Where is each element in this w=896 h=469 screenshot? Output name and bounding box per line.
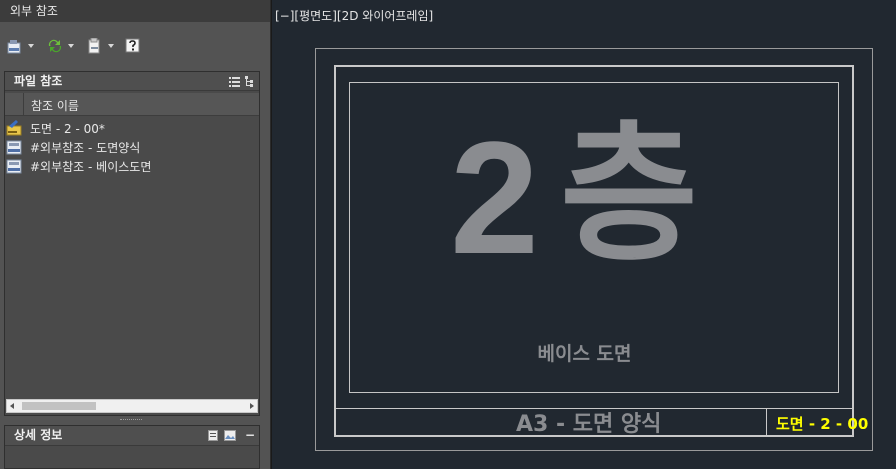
file-references-header: 파일 참조 xyxy=(5,72,259,91)
reference-list: 도면 - 2 - 00* #외부참조 - 도면양식 #외부참조 - 베이스도면 xyxy=(5,118,259,175)
file-references-panel: 파일 참조 참조 이름 도면 - 2 - 00* #외부참조 - 도면양식 #외… xyxy=(4,71,260,416)
drawing-viewport[interactable]: [−][평면도][2D 와이어프레임] 2 층 베이스 도면 A3 - 도면 양… xyxy=(271,0,896,469)
reference-name-column-header[interactable]: 참조 이름 xyxy=(5,93,259,116)
list-item[interactable]: #외부참조 - 도면양식 xyxy=(5,137,259,156)
attach-dwg-icon xyxy=(7,40,21,54)
preview-icon[interactable] xyxy=(224,430,236,441)
column-header-lead xyxy=(5,93,24,115)
change-path-button[interactable] xyxy=(84,36,118,58)
list-item[interactable]: 도면 - 2 - 00* xyxy=(5,118,259,137)
details-view-icon[interactable] xyxy=(208,430,218,441)
external-references-palette: 외부 참조 파일 참조 참조 이름 도면 - 2 - 00* #외부참조 - 도… xyxy=(0,0,270,469)
scroll-left-icon[interactable] xyxy=(10,403,14,409)
details-panel: 상세 정보 − xyxy=(4,425,260,469)
floor-suffix: 층 xyxy=(560,108,699,282)
palette-toolbar xyxy=(4,36,266,58)
details-header: 상세 정보 − xyxy=(5,426,259,446)
scrollbar-thumb[interactable] xyxy=(22,402,96,410)
dwg-reference-icon xyxy=(6,140,22,155)
details-title: 상세 정보 xyxy=(14,428,63,442)
sheet-number: 도면 - 2 - 00 xyxy=(776,415,869,433)
reference-name: #외부참조 - 도면양식 xyxy=(30,141,141,155)
list-item[interactable]: #외부참조 - 베이스도면 xyxy=(5,156,259,175)
chevron-down-icon[interactable] xyxy=(68,44,74,48)
palette-title: 외부 참조 xyxy=(0,0,270,22)
sheet-name: 베이스 도면 xyxy=(537,343,632,365)
chevron-down-icon[interactable] xyxy=(28,44,34,48)
refresh-button[interactable] xyxy=(44,36,78,58)
panel-splitter-handle[interactable] xyxy=(120,419,142,422)
title-block-text: A3 - 도면 양식 xyxy=(516,412,662,437)
help-button[interactable] xyxy=(122,36,156,58)
reference-name-column-label: 참조 이름 xyxy=(31,99,79,113)
horizontal-scrollbar[interactable] xyxy=(6,399,258,413)
viewport-controls-label[interactable]: [−][평면도][2D 와이어프레임] xyxy=(275,7,433,24)
help-icon xyxy=(125,38,140,53)
change-path-icon xyxy=(88,38,100,54)
dwg-reference-icon xyxy=(6,159,22,174)
reference-name: 도면 - 2 - 00* xyxy=(30,122,105,136)
file-references-title: 파일 참조 xyxy=(14,74,63,88)
current-drawing-icon xyxy=(6,120,22,136)
chevron-down-icon[interactable] xyxy=(108,44,114,48)
tree-view-icon[interactable] xyxy=(245,76,256,87)
collapse-icon[interactable]: − xyxy=(245,426,255,445)
floor-number: 2 xyxy=(450,108,539,287)
refresh-icon xyxy=(48,39,62,53)
reference-name: #외부참조 - 베이스도면 xyxy=(30,160,152,174)
scroll-right-icon[interactable] xyxy=(250,403,254,409)
palette-edge xyxy=(260,71,270,469)
attach-dwg-button[interactable] xyxy=(4,36,38,58)
list-view-icon[interactable] xyxy=(229,76,240,87)
